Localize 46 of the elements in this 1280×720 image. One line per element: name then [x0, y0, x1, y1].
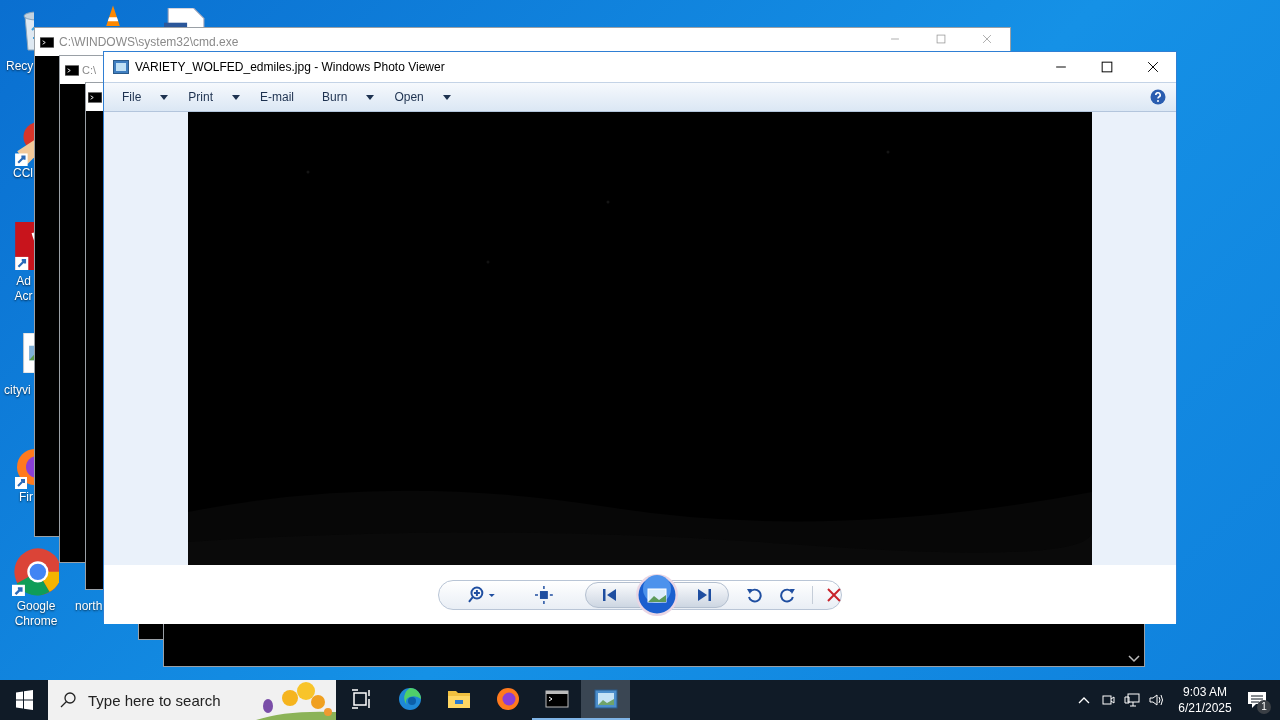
desktop-icon-label[interactable]: Fir: [19, 490, 33, 505]
rotate-left-icon[interactable]: [746, 586, 763, 603]
clock[interactable]: 9:03 AM 6/21/2025: [1176, 684, 1234, 716]
camera-icon[interactable]: [1100, 692, 1116, 708]
clock-date: 6/21/2025: [1178, 700, 1232, 716]
rotate-right-icon[interactable]: [780, 586, 797, 603]
desktop-icon-label[interactable]: cityvi: [4, 383, 31, 398]
menu-button[interactable]: Burn: [314, 85, 383, 109]
menu-button[interactable]: Open: [386, 85, 459, 109]
scroll-down-icon[interactable]: [1128, 655, 1140, 663]
photo-icon: [593, 687, 618, 711]
window-title: C:\: [82, 64, 97, 76]
caret-icon: [160, 94, 169, 100]
fit-to-window-icon[interactable]: [534, 585, 553, 604]
next-icon[interactable]: [697, 588, 712, 601]
zoom-icon[interactable]: [467, 585, 497, 604]
previous-icon[interactable]: [602, 588, 617, 601]
chrome-icon[interactable]: [12, 546, 59, 596]
desktop-icon-label[interactable]: CCl: [13, 166, 33, 181]
console-icon: [40, 36, 54, 48]
console-icon: [65, 64, 79, 76]
window-title: VARIETY_WOLFED_edmiles.jpg - Windows Photo Viewer: [135, 60, 445, 74]
window-title: C:\WINDOWS\system32\cmd.exe: [59, 35, 239, 49]
caret-icon: [442, 94, 451, 100]
desktop-icon-label[interactable]: Recy: [6, 59, 34, 74]
notification-badge: 1: [1257, 700, 1271, 714]
network-icon[interactable]: [1124, 692, 1140, 708]
delete-icon[interactable]: [827, 587, 841, 602]
menu-button[interactable]: Print: [180, 85, 249, 109]
clock-time: 9:03 AM: [1183, 684, 1227, 700]
taskbar-app-button[interactable]: [581, 680, 630, 720]
caret-icon: [366, 94, 375, 100]
desktop-icon-label[interactable]: Ad Acr: [13, 274, 34, 304]
volume-icon[interactable]: [1148, 692, 1164, 708]
desktop-icon-label[interactable]: north: [75, 599, 103, 614]
slideshow-button[interactable]: [635, 572, 679, 617]
firefox-icon: [495, 687, 520, 711]
menu-button[interactable]: File: [114, 85, 177, 109]
search-icon: [60, 692, 76, 708]
edge-icon: [397, 687, 422, 711]
caret-icon: [232, 94, 241, 100]
photo-icon: [113, 60, 129, 74]
desktop-icon-label[interactable]: Google Chrome: [1, 599, 71, 629]
help-icon[interactable]: [1150, 89, 1166, 105]
menu-button[interactable]: E-mail: [252, 85, 303, 109]
console-icon: [544, 687, 569, 711]
